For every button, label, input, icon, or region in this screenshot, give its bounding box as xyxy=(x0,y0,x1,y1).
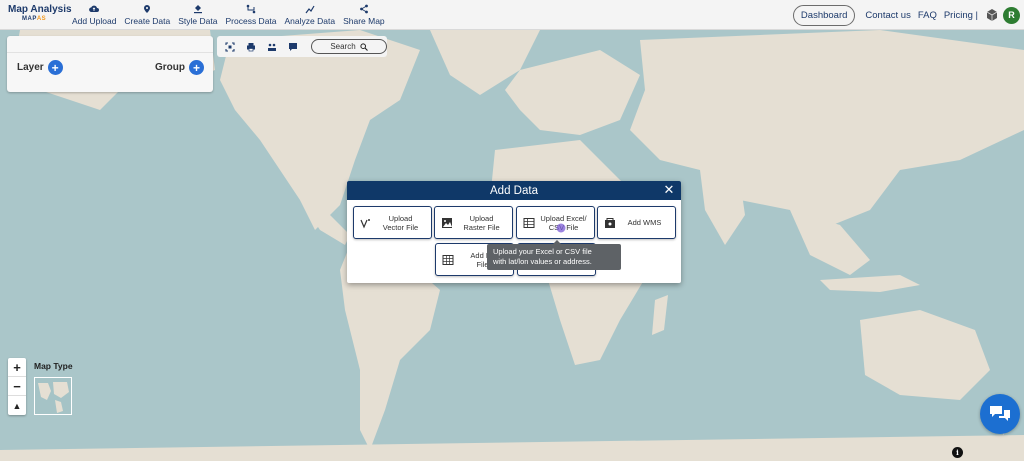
group-label: Group xyxy=(155,62,185,73)
raster-image-icon xyxy=(442,217,452,228)
app-logo[interactable]: Map Analysis MAPAS xyxy=(0,0,72,30)
upload-vector-file-label: Upload Vector File xyxy=(382,213,419,232)
live-chat-button[interactable] xyxy=(980,394,1020,434)
right-nav: Dashboard Contact us FAQ Pricing | R xyxy=(792,0,1020,30)
search-label: Search xyxy=(330,42,356,51)
map-search-button[interactable]: Search xyxy=(311,39,387,54)
contact-link[interactable]: Contact us xyxy=(865,10,910,21)
paint-bucket-icon xyxy=(193,4,202,13)
nav-analyze-data[interactable]: Analyze Data xyxy=(281,0,340,30)
map-toolbar: Search xyxy=(217,36,387,57)
app-title: Map Analysis xyxy=(8,3,72,15)
zoom-control: + − ▲ xyxy=(8,358,26,415)
zoom-in-button[interactable]: + xyxy=(8,358,26,377)
process-icon xyxy=(246,4,256,13)
cube-icon[interactable] xyxy=(985,8,999,22)
map-pin-icon xyxy=(144,4,151,13)
upload-raster-file-label: Upload Raster File xyxy=(463,213,500,232)
print-icon xyxy=(247,42,255,51)
nav-add-upload-label: Add Upload xyxy=(72,15,117,26)
nav-create-data[interactable]: Create Data xyxy=(120,0,174,30)
zoom-out-button[interactable]: − xyxy=(8,377,26,396)
tooltip-line-2: with lat/lon values or address. xyxy=(493,257,592,266)
search-icon xyxy=(360,42,368,51)
mouse-cursor-icon xyxy=(556,223,566,233)
close-icon[interactable]: ✕ xyxy=(662,182,676,197)
modal-title: Add Data xyxy=(490,184,538,197)
nav-add-upload[interactable]: Add Upload xyxy=(68,0,120,30)
analyze-icon xyxy=(305,5,315,13)
print-button[interactable] xyxy=(244,40,258,54)
add-wms-button[interactable]: Add WMS xyxy=(597,206,676,239)
share-icon xyxy=(359,4,368,13)
nav-share-map-label: Share Map xyxy=(343,15,385,26)
fullscreen-button[interactable] xyxy=(223,40,237,54)
wms-icon xyxy=(605,217,615,228)
nav-process-data[interactable]: Process Data xyxy=(221,0,280,30)
comment-button[interactable] xyxy=(286,40,300,54)
nav-create-data-label: Create Data xyxy=(124,15,171,26)
nav-style-data[interactable]: Style Data xyxy=(174,0,221,30)
fullscreen-icon xyxy=(225,41,235,52)
map-type-thumbnail[interactable] xyxy=(34,377,72,415)
upload-vector-file-button[interactable]: Upload Vector File xyxy=(353,206,432,239)
reset-north-button[interactable]: ▲ xyxy=(8,396,26,415)
faq-link[interactable]: FAQ xyxy=(918,10,937,21)
comment-icon xyxy=(289,42,297,51)
add-layer-button[interactable]: + xyxy=(47,60,63,75)
tooltip-line-1: Upload your Excel or CSV file xyxy=(493,247,592,256)
dashboard-button[interactable]: Dashboard xyxy=(792,4,856,26)
cloud-upload-icon xyxy=(89,5,100,12)
add-wms-label: Add WMS xyxy=(627,218,662,227)
measure-icon xyxy=(268,43,276,51)
nav-process-data-label: Process Data xyxy=(225,15,277,26)
add-layer[interactable]: Layer + xyxy=(17,60,63,75)
info-icon[interactable]: i xyxy=(952,447,963,458)
app-subtitle: MAPAS xyxy=(22,15,47,22)
top-nav-bar: Map Analysis MAPAS Add Upload Create Dat… xyxy=(0,0,1024,30)
add-group-button[interactable]: + xyxy=(189,60,204,75)
chat-icon xyxy=(990,406,1010,421)
layer-panel-header xyxy=(7,36,213,53)
user-avatar[interactable]: R xyxy=(1003,6,1020,24)
layer-label: Layer xyxy=(17,62,44,73)
layer-panel-row: Layer + Group + xyxy=(7,53,213,75)
map-type-preview xyxy=(35,378,71,414)
nav-style-data-label: Style Data xyxy=(178,15,218,26)
pricing-link[interactable]: Pricing | xyxy=(944,10,978,21)
map-type-label: Map Type xyxy=(34,361,73,371)
layer-panel: Layer + Group + xyxy=(7,36,213,92)
nav-share-map[interactable]: Share Map xyxy=(339,0,389,30)
nav-analyze-data-label: Analyze Data xyxy=(284,15,336,26)
spreadsheet-icon xyxy=(523,217,535,228)
add-group[interactable]: Group + xyxy=(155,60,204,75)
table-icon xyxy=(442,254,454,265)
measure-button[interactable] xyxy=(265,40,279,54)
vector-icon xyxy=(360,218,370,229)
upload-excel-tooltip: Upload your Excel or CSV file with lat/l… xyxy=(487,240,621,270)
upload-raster-file-button[interactable]: Upload Raster File xyxy=(434,206,513,239)
modal-header: Add Data ✕ xyxy=(347,181,681,200)
